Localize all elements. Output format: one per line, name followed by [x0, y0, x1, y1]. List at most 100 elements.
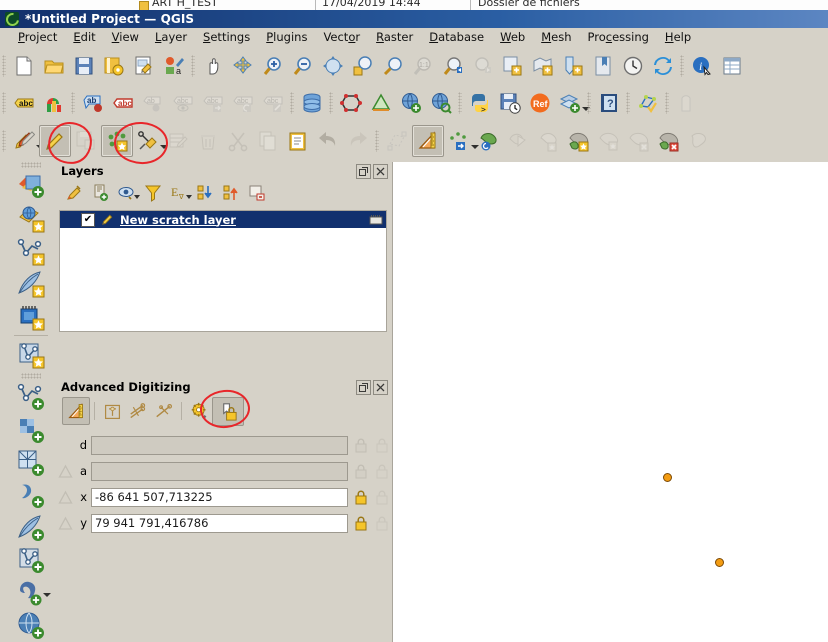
layer-name[interactable]: New scratch layer: [120, 213, 236, 227]
toggle-editing-icon[interactable]: [39, 124, 71, 157]
save-log-icon[interactable]: [495, 88, 525, 118]
expand-all-icon[interactable]: [192, 181, 218, 205]
toolbar-grip[interactable]: [0, 53, 9, 79]
processing-triangle-icon[interactable]: [366, 88, 396, 118]
close-icon[interactable]: [373, 163, 388, 179]
add-mesh-layer-icon[interactable]: [11, 236, 51, 269]
redo-icon[interactable]: [343, 126, 373, 156]
georeferencer-icon[interactable]: Ref: [525, 88, 555, 118]
save-project-as-icon[interactable]: [99, 51, 129, 81]
layer-visibility-checkbox[interactable]: ✔: [81, 212, 95, 227]
annotation-grip[interactable]: [69, 90, 78, 116]
enable-advanced-digitizing-tools-icon[interactable]: [62, 397, 90, 425]
add-delimited-text-layer-icon[interactable]: [11, 268, 51, 301]
pan-map-icon[interactable]: [198, 51, 228, 81]
processing-hexagon-icon[interactable]: [336, 88, 366, 118]
menu-view[interactable]: View: [104, 28, 147, 46]
metasearch-icon[interactable]: [426, 88, 456, 118]
undock-icon[interactable]: [356, 379, 371, 395]
python-console-icon[interactable]: >: [465, 88, 495, 118]
lock-relative-icon[interactable]: [212, 396, 244, 426]
paste-features-icon[interactable]: [283, 126, 313, 156]
menu-mesh[interactable]: Mesh: [533, 28, 579, 46]
zoom-last-icon[interactable]: [438, 51, 468, 81]
vertex-tool-icon[interactable]: [133, 126, 168, 156]
topology-checker-icon[interactable]: [633, 88, 663, 118]
bookmarks-icon[interactable]: [588, 51, 618, 81]
add-wms-layer-2-icon[interactable]: [11, 609, 51, 642]
menu-help[interactable]: Help: [657, 28, 699, 46]
parallel-icon[interactable]: [125, 398, 151, 424]
filter-legend-icon[interactable]: [140, 181, 166, 205]
new-database-icon[interactable]: [297, 88, 327, 118]
zoom-out-icon[interactable]: [288, 51, 318, 81]
copy-features-icon[interactable]: [253, 126, 283, 156]
menu-raster[interactable]: Raster: [368, 28, 421, 46]
zoom-to-layer-icon[interactable]: [378, 51, 408, 81]
collapse-all-icon[interactable]: [218, 181, 244, 205]
window-titlebar[interactable]: *Untitled Project — QGIS: [0, 9, 828, 29]
remove-layer-icon[interactable]: [244, 181, 270, 205]
menu-database[interactable]: Database: [421, 28, 492, 46]
refresh-layer-icon[interactable]: [498, 51, 528, 81]
filter-legend-expression-icon[interactable]: Ε ∇: [166, 181, 192, 205]
perpendicular-icon[interactable]: [151, 398, 177, 424]
add-point-feature-icon[interactable]: [101, 124, 133, 157]
menu-edit[interactable]: Edit: [65, 28, 103, 46]
menu-settings[interactable]: Settings: [195, 28, 258, 46]
split-parts-icon[interactable]: [534, 126, 564, 156]
zoom-to-selection-icon[interactable]: [348, 51, 378, 81]
annotation-move-icon[interactable]: ab: [138, 88, 168, 118]
add-spatialite-layer-icon[interactable]: [11, 301, 51, 334]
move-feature-icon[interactable]: [382, 126, 412, 156]
help-icon[interactable]: ?: [594, 88, 624, 118]
reshape-features-icon[interactable]: [474, 126, 504, 156]
simplify-feature-icon[interactable]: [684, 126, 714, 156]
close-icon[interactable]: [373, 379, 388, 395]
show-map-tips-icon[interactable]: abc: [9, 88, 39, 118]
add-wms-layer-icon[interactable]: [396, 88, 426, 118]
new-3d-map-view-icon[interactable]: [558, 51, 588, 81]
add-raster-layer-icon[interactable]: [11, 203, 51, 236]
add-vector-tile-layer-icon[interactable]: [11, 338, 51, 371]
map-canvas[interactable]: ✕ x -86 641 507,713225 y 79 941 791,4167…: [392, 162, 828, 642]
add-vector-tile-2-icon[interactable]: [11, 544, 51, 577]
annotation-edit-icon[interactable]: abc: [258, 88, 288, 118]
annotation-show-icon[interactable]: abc: [168, 88, 198, 118]
offset-curve-icon[interactable]: [444, 126, 479, 156]
new-text-annotation-icon[interactable]: ab: [78, 88, 108, 118]
delete-selected-icon[interactable]: [193, 126, 223, 156]
digitizing-toolbar-grip[interactable]: [0, 128, 9, 154]
new-html-annotation-icon[interactable]: abc: [108, 88, 138, 118]
open-attribute-table-icon[interactable]: [717, 51, 747, 81]
manage-map-themes-icon[interactable]: [114, 181, 140, 205]
processing-grip[interactable]: [327, 90, 336, 116]
show-statistical-summary-icon[interactable]: [39, 88, 69, 118]
add-mesh-layer-2-icon[interactable]: [11, 381, 51, 414]
menu-plugins[interactable]: Plugins: [258, 28, 315, 46]
undock-icon[interactable]: [356, 163, 371, 179]
point-feature[interactable]: [663, 473, 672, 482]
distance-input[interactable]: [91, 435, 348, 455]
toolbar-grip-3[interactable]: [678, 53, 687, 79]
pan-to-selection-icon[interactable]: [228, 51, 258, 81]
menu-processing[interactable]: Processing: [579, 28, 656, 46]
menu-web[interactable]: Web: [492, 28, 533, 46]
relative-a-icon[interactable]: [373, 462, 390, 481]
split-features-icon[interactable]: [504, 126, 534, 156]
lock-x-icon[interactable]: [352, 488, 369, 507]
cut-features-icon[interactable]: [223, 126, 253, 156]
list-item[interactable]: ✔ New scratch layer: [60, 211, 386, 228]
undo-icon[interactable]: [313, 126, 343, 156]
attributes-toolbar-grip[interactable]: [0, 90, 9, 116]
merge-features-icon[interactable]: [564, 126, 594, 156]
database-grip[interactable]: [288, 90, 297, 116]
help-grip[interactable]: [585, 90, 594, 116]
left-toolbar-grip[interactable]: [21, 162, 41, 169]
dxf-icon[interactable]: [672, 88, 702, 118]
menu-project[interactable]: Project: [10, 28, 65, 46]
add-wcs-layer-icon[interactable]: [11, 446, 51, 479]
lock-d-icon[interactable]: [352, 436, 369, 455]
zoom-next-icon[interactable]: [468, 51, 498, 81]
add-postgis-layer-icon[interactable]: [11, 577, 51, 610]
